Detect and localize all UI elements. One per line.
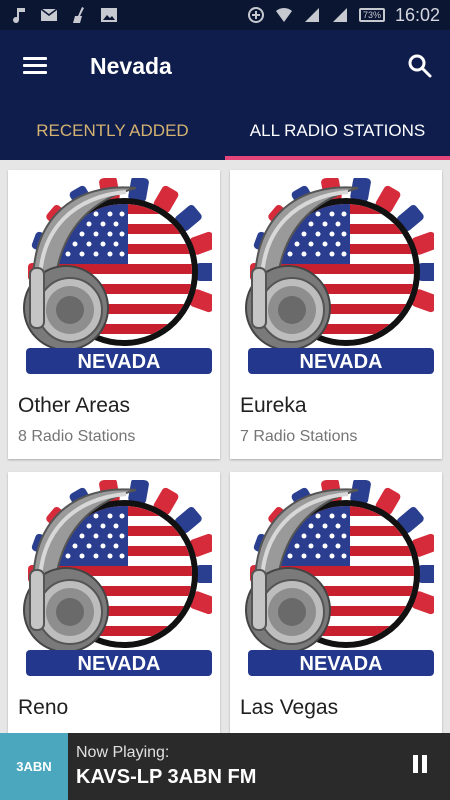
search-icon [408,54,432,78]
signal-2-icon [332,8,347,22]
area-card[interactable]: Reno [8,472,220,733]
system-icons: 73% 16:02 [247,5,440,26]
hamburger-menu-icon [23,57,47,75]
area-card-count: 8 Radio Stations [18,428,136,445]
signal-icon [304,8,319,22]
status-time: 16:02 [394,4,440,25]
data-saver-icon [247,7,264,23]
nevada-radio-logo-icon [238,480,434,676]
area-card-name: Reno [18,696,69,719]
pause-button[interactable] [390,733,450,800]
pause-icon [411,755,429,778]
nevada-radio-logo-icon [238,178,434,374]
now-playing-info: Now Playing: KAVS-LP 3ABN FM [76,744,256,789]
area-card[interactable]: Las Vegas [230,472,442,733]
station-logo: 3ABN [0,733,68,800]
tab-bar: RECENTLY ADDED ALL RADIO STATIONS [0,102,450,160]
image-icon [101,8,117,22]
tab-recently-added[interactable]: RECENTLY ADDED [0,102,225,160]
battery-icon: 73% [358,8,385,22]
wifi-icon [275,7,292,22]
area-card[interactable]: Other Areas 8 Radio Stations [8,170,220,459]
nevada-radio-logo-icon [16,480,212,676]
area-card-count: 7 Radio Stations [240,428,358,445]
broom-icon [73,7,84,23]
stations-grid: Other Areas 8 Radio Stations Eureka 7 Ra… [0,160,450,733]
tab-all-radio-stations[interactable]: ALL RADIO STATIONS [225,102,450,160]
now-playing-label: Now Playing: [76,744,170,761]
search-button[interactable] [390,30,450,102]
area-card[interactable]: Eureka 7 Radio Stations [230,170,442,459]
now-playing-title: KAVS-LP 3ABN FM [76,766,257,788]
music-note-icon [13,8,25,24]
app-bar: Nevada [0,30,450,102]
page-title: Nevada [90,52,172,79]
station-logo-text: 3ABN [16,759,52,774]
area-card-name: Other Areas [18,394,131,417]
menu-button[interactable] [0,30,70,102]
area-card-name: Las Vegas [240,696,339,719]
nevada-radio-logo-icon [16,178,212,374]
mail-icon [40,8,58,21]
status-bar: 73% 16:02 [0,0,450,30]
notification-icons [10,6,118,24]
area-card-name: Eureka [240,394,307,417]
now-playing-bar[interactable]: 3ABN Now Playing: KAVS-LP 3ABN FM [0,733,450,800]
